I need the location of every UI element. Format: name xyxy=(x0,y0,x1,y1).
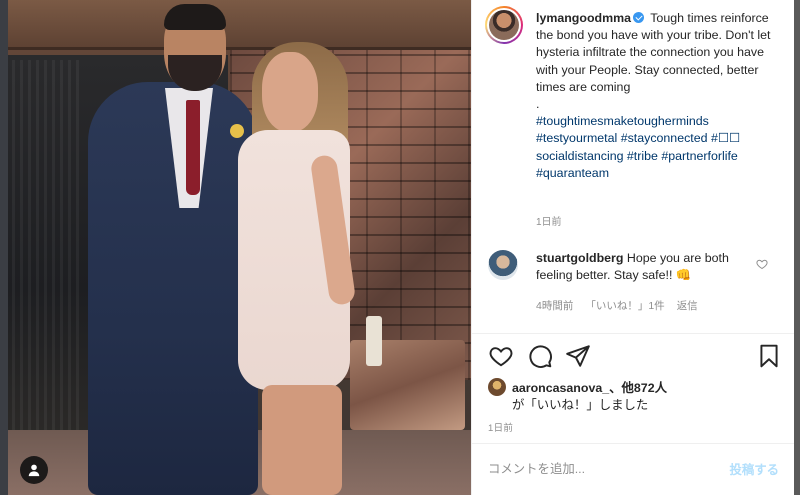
comment-reply-button[interactable]: 返信 xyxy=(677,298,698,313)
caption-section: lymangoodmma Tough times reinforce the b… xyxy=(472,0,795,232)
post-side-panel: lymangoodmma Tough times reinforce the b… xyxy=(471,0,795,495)
author-username[interactable]: lymangoodmma xyxy=(536,11,631,25)
post-actions xyxy=(472,338,795,378)
save-button[interactable] xyxy=(756,343,782,369)
likes-suffix: が「いいね！」しました xyxy=(512,398,649,412)
comment-like-heart-icon[interactable] xyxy=(756,258,768,270)
comment-input[interactable] xyxy=(488,458,708,480)
paper-plane-icon xyxy=(566,345,590,367)
man-tie xyxy=(186,100,200,195)
author-avatar[interactable] xyxy=(485,6,523,44)
commenter-avatar[interactable] xyxy=(488,250,518,280)
photo-edge xyxy=(0,0,8,495)
comment-button[interactable] xyxy=(527,343,553,369)
comment-bubble-icon xyxy=(529,345,552,368)
liker-username[interactable]: aaroncasanova_ xyxy=(512,381,609,395)
fireplace-screen xyxy=(12,60,82,440)
likes-others-count[interactable]: 、他872人 xyxy=(609,381,667,395)
woman-legs xyxy=(262,385,342,495)
wooden-beam xyxy=(8,0,471,50)
comment-text-block: stuartgoldberg Hope you are both feeling… xyxy=(536,250,761,284)
bookmark-icon xyxy=(760,344,778,368)
caption-hashtags[interactable]: #toughtimesmaketougherminds #testyourmet… xyxy=(536,113,786,182)
share-button[interactable] xyxy=(565,343,591,369)
comment-timestamp: 4時間前 xyxy=(536,300,574,312)
tagged-users-button[interactable] xyxy=(20,456,48,484)
comment-likes-count[interactable]: 「いいね！」1件 xyxy=(585,298,664,313)
user-icon xyxy=(28,464,40,477)
candle xyxy=(366,316,382,366)
post-comment-button[interactable]: 投稿する xyxy=(729,460,779,478)
boutonniere xyxy=(230,124,244,138)
author-avatar-image xyxy=(489,10,519,40)
page-scrollbar[interactable] xyxy=(794,0,800,495)
man-hair xyxy=(164,4,226,30)
commenter-username[interactable]: stuartgoldberg xyxy=(536,251,623,265)
liker-avatar[interactable] xyxy=(488,378,506,396)
like-button[interactable] xyxy=(488,343,514,369)
likes-summary: aaroncasanova_、他872人 が「いいね！」しました xyxy=(488,378,788,414)
caption-text-block: lymangoodmma Tough times reinforce the b… xyxy=(536,10,786,182)
verified-badge-icon xyxy=(633,12,645,23)
comment-meta: 4時間前 「いいね！」1件 返信 xyxy=(536,298,698,313)
caption-separator: . xyxy=(536,97,540,112)
post-photo[interactable] xyxy=(0,0,471,495)
add-comment-bar: 投稿する xyxy=(472,443,795,495)
comment-item: stuartgoldberg Hope you are both feeling… xyxy=(472,240,795,320)
post-date[interactable]: 1日前 xyxy=(488,420,513,434)
heart-icon xyxy=(489,347,513,367)
woman-head xyxy=(262,52,318,132)
caption-timestamp: 1日前 xyxy=(536,217,562,228)
actions-divider xyxy=(472,333,795,334)
